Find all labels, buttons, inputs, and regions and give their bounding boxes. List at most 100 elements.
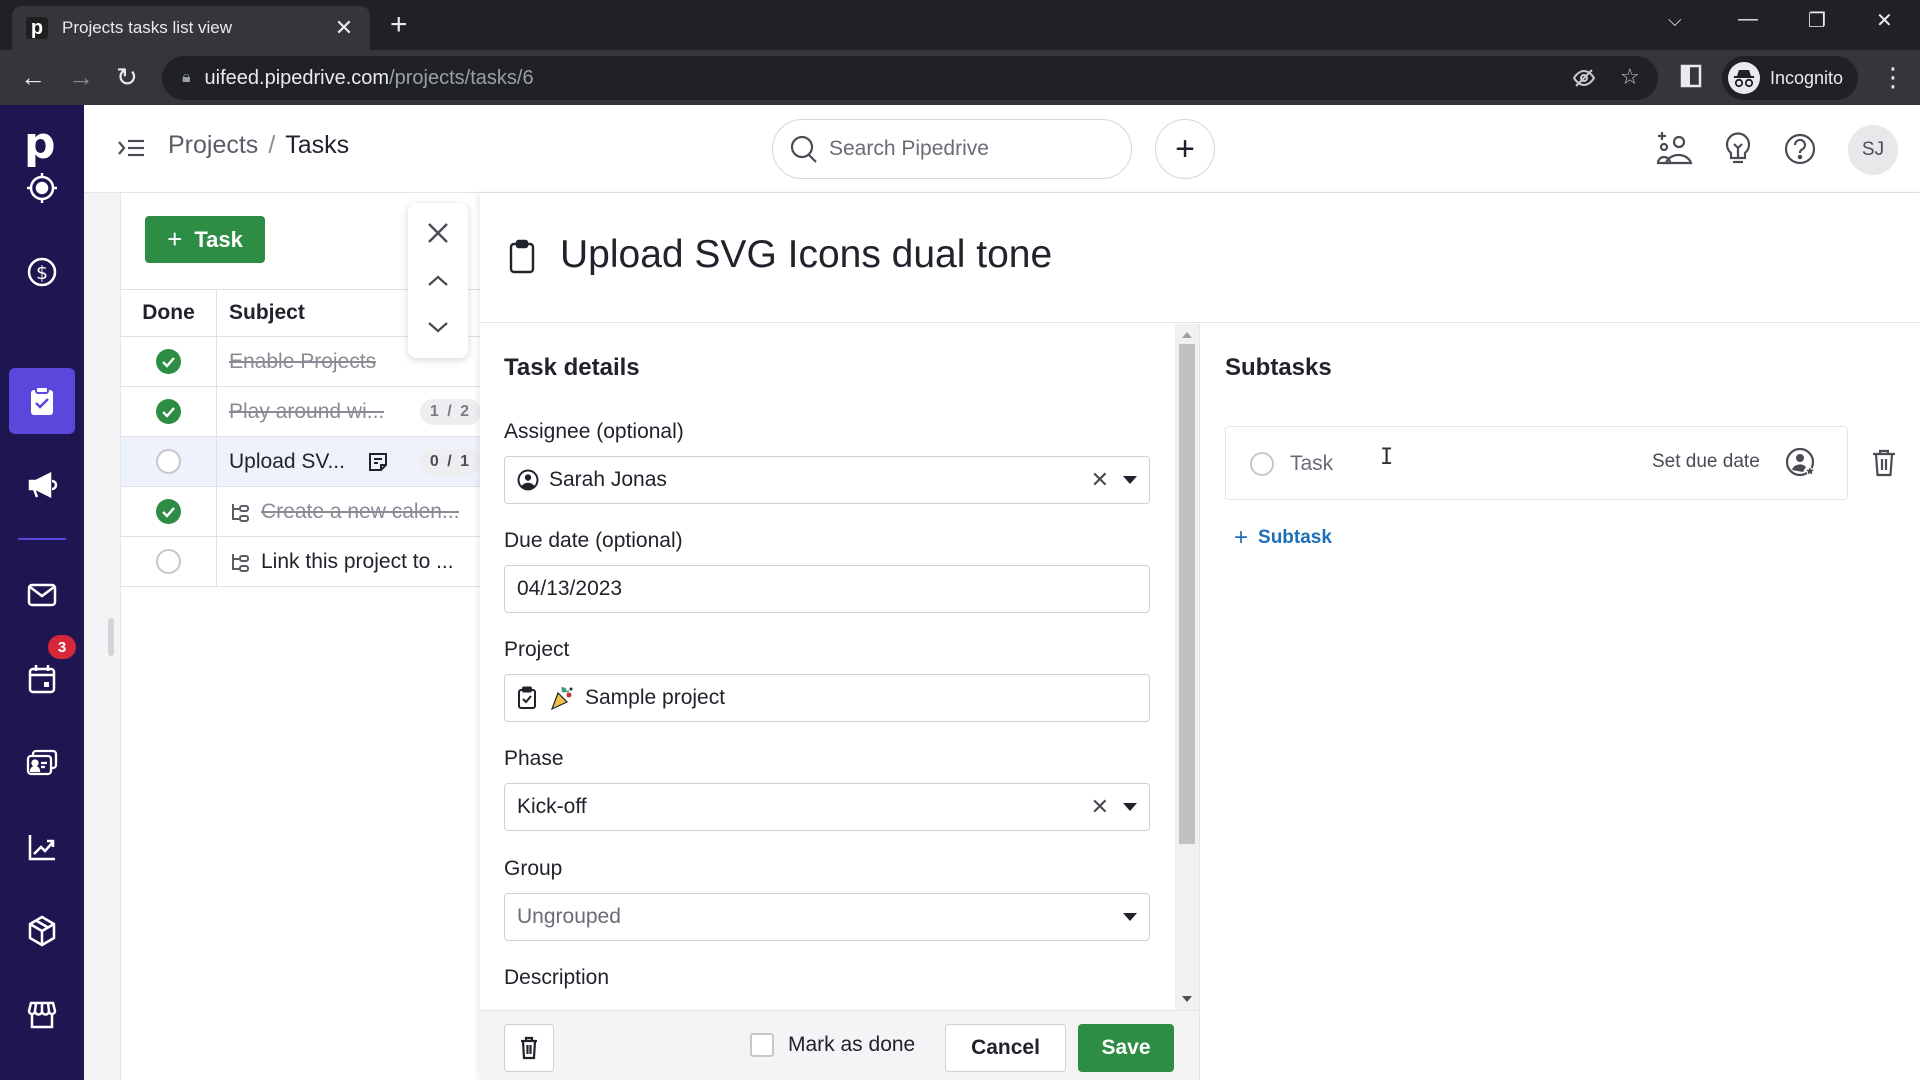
due-date-input[interactable]: 04/13/2023 [504, 565, 1150, 613]
phase-select[interactable]: Kick-off ✕ [504, 783, 1150, 831]
back-button[interactable]: ← [20, 62, 46, 92]
side-panel-icon[interactable] [1680, 64, 1702, 94]
forward-button[interactable]: → [68, 62, 94, 92]
project-field[interactable]: Sample project [504, 674, 1150, 722]
clipboard-check-icon [518, 686, 536, 709]
sidebar-divider [18, 538, 66, 540]
quick-add-button[interactable]: + [1155, 119, 1215, 179]
done-checkbox[interactable] [156, 499, 181, 524]
incognito-profile-button[interactable]: Incognito [1722, 56, 1858, 100]
tab-title: Projects tasks list view [62, 18, 233, 37]
caret-down-icon[interactable] [1123, 913, 1137, 921]
close-icon [428, 223, 448, 243]
done-checkbox[interactable] [156, 449, 181, 474]
menu-toggle-icon[interactable] [116, 133, 146, 163]
clear-assignee-icon[interactable]: ✕ [1091, 467, 1109, 493]
caret-down-icon[interactable] [1123, 803, 1137, 811]
delete-task-button[interactable] [504, 1024, 554, 1072]
mark-as-done-checkbox[interactable]: Mark as done [750, 1033, 915, 1057]
done-checkbox[interactable] [156, 399, 181, 424]
save-button[interactable]: Save [1078, 1024, 1174, 1072]
checkbox-box[interactable] [750, 1033, 774, 1057]
table-row[interactable]: Create a new calen... [121, 487, 481, 537]
subtask-count: 0 / 1 [419, 448, 481, 475]
restore-window-button[interactable]: ❐ [1808, 8, 1826, 33]
help-circle-icon [1784, 133, 1816, 165]
scroll-up-arrow-icon[interactable] [1182, 332, 1192, 338]
browser-menu-icon[interactable]: ⋮ [1880, 62, 1906, 93]
delete-subtask-icon[interactable] [1870, 448, 1898, 478]
list-resize-handle[interactable] [108, 618, 114, 656]
previous-task-button[interactable] [420, 263, 456, 299]
group-select[interactable]: Ungrouped [504, 893, 1150, 941]
subtasks-section: Subtasks I Set due date + Subtask [1199, 324, 1920, 1080]
close-detail-button[interactable] [420, 215, 456, 251]
subtask-done-checkbox[interactable] [1250, 452, 1274, 476]
sidebar-item-mail[interactable] [9, 562, 75, 628]
search-input[interactable] [829, 137, 1109, 161]
close-window-button[interactable]: ✕ [1876, 8, 1893, 33]
check-icon [162, 356, 175, 368]
sidebar-item-deals[interactable]: $ [9, 239, 75, 305]
new-tab-button[interactable]: + [390, 10, 408, 40]
check-icon [162, 506, 175, 518]
tab-close-icon[interactable]: ✕ [332, 15, 356, 41]
clear-phase-icon[interactable]: ✕ [1091, 794, 1109, 820]
breadcrumb-projects-link[interactable]: Projects [168, 131, 258, 160]
app-sidebar: p $ 3 [0, 105, 84, 1080]
reload-button[interactable]: ↻ [116, 62, 138, 92]
add-subtask-button[interactable]: + Subtask [1234, 524, 1332, 552]
global-search[interactable] [772, 119, 1132, 179]
phase-value: Kick-off [517, 795, 587, 818]
breadcrumb: Projects / Tasks [168, 131, 349, 160]
sidebar-item-marketplace[interactable] [9, 982, 75, 1048]
group-label: Group [504, 857, 563, 880]
assign-user-icon[interactable] [1784, 446, 1818, 480]
chevron-down-icon [428, 322, 448, 333]
add-subtask-label: Subtask [1258, 527, 1332, 548]
scroll-down-arrow-icon[interactable] [1182, 996, 1192, 1002]
due-date-value: 04/13/2023 [517, 577, 623, 600]
set-due-date-button[interactable]: Set due date [1652, 451, 1760, 473]
tracking-protection-eye-off-icon[interactable] [1572, 66, 1596, 96]
user-avatar[interactable]: SJ [1848, 125, 1898, 175]
bookmark-star-icon[interactable]: ☆ [1620, 64, 1640, 90]
sidebar-item-projects[interactable] [9, 368, 75, 434]
done-checkbox[interactable] [156, 349, 181, 374]
task-details-form: Task details Assignee (optional) Sarah J… [480, 324, 1199, 1010]
subtask-name-input[interactable] [1290, 447, 1590, 481]
scrollbar-thumb[interactable] [1179, 344, 1195, 844]
minimize-window-button[interactable]: — [1738, 8, 1758, 31]
task-subject: Enable Projects [229, 349, 377, 373]
caret-down-icon[interactable] [1123, 476, 1137, 484]
form-scrollbar[interactable] [1175, 324, 1199, 1010]
done-checkbox[interactable] [156, 549, 181, 574]
cancel-button[interactable]: Cancel [945, 1024, 1066, 1072]
add-task-button[interactable]: + Task [145, 216, 265, 263]
description-label: Description [504, 966, 610, 989]
invite-users-button[interactable] [1654, 129, 1694, 169]
detail-title-row: Upload SVG Icons dual tone [480, 193, 1920, 323]
mail-icon [27, 583, 57, 607]
help-button[interactable] [1780, 129, 1820, 169]
trend-chart-icon [28, 835, 55, 861]
sidebar-item-products[interactable] [9, 898, 75, 964]
assignee-select[interactable]: Sarah Jonas ✕ [504, 456, 1150, 504]
column-header-done[interactable]: Done [121, 290, 217, 336]
task-title[interactable]: Upload SVG Icons dual tone [560, 233, 1052, 277]
sidebar-item-campaigns[interactable] [9, 452, 75, 518]
next-task-button[interactable] [420, 309, 456, 345]
table-row-selected[interactable]: Upload SV... 0 / 1 [121, 437, 481, 487]
browser-tab[interactable]: p Projects tasks list view ✕ [12, 6, 370, 50]
table-row[interactable]: Play around wi... 1 / 2 [121, 387, 481, 437]
address-bar[interactable]: 🔒︎ uifeed.pipedrive.com/projects/tasks/6… [162, 56, 1658, 100]
tab-search-chevron-icon[interactable]: ⌵ [1668, 10, 1682, 31]
sidebar-item-contacts[interactable] [9, 730, 75, 796]
detail-footer: Mark as done Cancel Save [480, 1010, 1199, 1080]
sidebar-item-insights[interactable] [9, 814, 75, 880]
table-row[interactable]: Link this project to ... [121, 537, 481, 587]
tips-button[interactable] [1718, 129, 1758, 169]
breadcrumb-separator: / [268, 131, 276, 159]
add-task-label: Task [194, 226, 243, 252]
sidebar-item-leads[interactable] [9, 155, 75, 221]
